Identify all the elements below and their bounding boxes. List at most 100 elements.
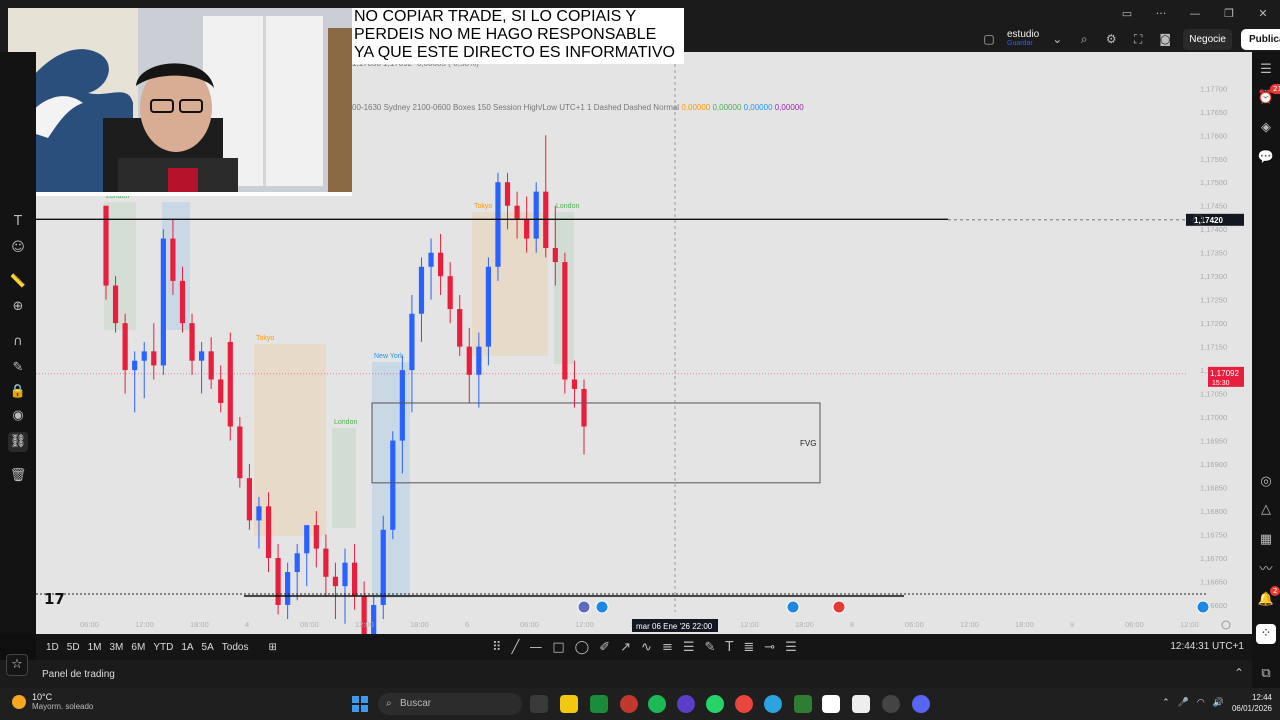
range-1m[interactable]: 1M (88, 642, 102, 653)
obs-icon[interactable] (677, 695, 695, 713)
arrow-line-icon[interactable]: ↗ (620, 640, 631, 655)
layout-selector[interactable]: estudio Guardar (1007, 30, 1039, 48)
ideas-icon[interactable]: △ (1256, 500, 1276, 520)
text-tool-icon[interactable]: T (8, 212, 28, 232)
file-explorer-icon[interactable] (560, 695, 578, 713)
candle-body (189, 323, 195, 361)
fib-icon[interactable]: ☰ (683, 640, 695, 655)
chrome-icon[interactable] (735, 695, 753, 713)
drag-handle-icon[interactable]: ⠿ (492, 640, 502, 655)
emoji-tool-icon[interactable]: ☺ (8, 238, 28, 258)
range-1d[interactable]: 1D (46, 642, 59, 653)
stream-icon[interactable]: 〰 (1256, 560, 1276, 580)
minimize-icon[interactable]: — (1178, 7, 1212, 20)
long-position-icon[interactable]: ≡ (662, 640, 673, 655)
ruler-icon[interactable]: 📏 (8, 272, 28, 292)
horizontal-line-icon[interactable]: — (529, 640, 542, 655)
range-5y[interactable]: 5A (202, 642, 214, 653)
lock-icon[interactable]: 🔒 (8, 382, 28, 402)
store-icon[interactable] (590, 695, 608, 713)
range-3m[interactable]: 3M (110, 642, 124, 653)
whatsapp-icon[interactable] (706, 695, 724, 713)
candle-body (208, 351, 214, 380)
disclaimer-line: PERDEIS NO ME HAGO RESPONSABLE (354, 26, 657, 43)
link-icon[interactable]: ⛓ (8, 432, 28, 452)
text-icon[interactable]: T (725, 640, 733, 655)
pencil-lock-icon[interactable]: ✎ (8, 358, 28, 378)
brush-icon[interactable]: ✐ (599, 640, 610, 655)
taskbar-clock[interactable]: 12:44 06/01/2026 (1232, 692, 1272, 714)
circle-icon[interactable]: ◯ (575, 640, 590, 655)
microphone-icon[interactable]: 🎤 (1178, 698, 1189, 708)
watchlist-icon[interactable]: ☰ (1256, 60, 1276, 80)
fullscreen-icon[interactable]: ⛶ (1129, 30, 1147, 48)
range-5d[interactable]: 5D (67, 642, 80, 653)
panel-collapse-icon[interactable]: ⌃ (1234, 666, 1244, 680)
tradingview-icon[interactable] (822, 695, 840, 713)
trendline-icon[interactable]: ╱ (512, 640, 520, 655)
magnet-icon[interactable]: ∩ (8, 332, 28, 352)
range-1y[interactable]: 1A (181, 642, 193, 653)
volume-icon[interactable]: 🔊 (1213, 698, 1224, 708)
calendar-icon[interactable]: ▦ (1256, 530, 1276, 550)
weather-widget[interactable]: 10°C Mayorm. soleado (12, 692, 93, 711)
notifications-icon[interactable]: 🔔 2 (1256, 586, 1280, 610)
windows-start-icon[interactable] (352, 696, 368, 712)
wifi-icon[interactable]: ◠ (1197, 698, 1205, 708)
close-icon[interactable]: ✕ (1246, 7, 1280, 20)
candle-body (170, 238, 176, 281)
discord-icon[interactable] (912, 695, 930, 713)
app-icon[interactable] (620, 695, 638, 713)
expand-icon[interactable]: ⧉ (1256, 664, 1276, 684)
chatgpt-icon[interactable] (882, 695, 900, 713)
more-icon[interactable]: ··· (1144, 7, 1178, 20)
trading-panel-label[interactable]: Panel de trading (42, 669, 115, 680)
chat-icon[interactable]: 💬 (1256, 148, 1276, 168)
trade-button[interactable]: Negocie (1183, 28, 1232, 50)
pen-icon[interactable]: ✎ (705, 640, 716, 655)
layout-icon[interactable]: ▭ (1110, 7, 1144, 20)
chart-clock[interactable]: 12:44:31 UTC+1 (1170, 641, 1244, 652)
dash-icon[interactable]: ⊸ (764, 640, 775, 655)
tray-chevron-icon[interactable]: ⌃ (1162, 698, 1170, 708)
maximize-icon[interactable]: ❐ (1212, 7, 1246, 20)
publish-button[interactable]: Publicar (1240, 28, 1280, 50)
trading-panel-bar: Panel de trading ⌃ (0, 660, 1252, 688)
range-ytd[interactable]: YTD (153, 642, 173, 653)
apps-grid-icon[interactable]: ⁘ (1256, 624, 1276, 644)
target-icon[interactable]: ◎ (1256, 472, 1276, 492)
layers-icon[interactable]: ◈ (1256, 118, 1276, 138)
layout-square-icon[interactable]: ▢ (980, 30, 998, 48)
chevron-down-icon[interactable]: ⌄ (1048, 30, 1066, 48)
candle-body (227, 341, 233, 427)
fvg-label: FVG (800, 439, 816, 448)
notion-icon[interactable] (852, 695, 870, 713)
weather-desc: Mayorm. soleado (32, 702, 94, 711)
candle-body (304, 525, 310, 554)
range-all[interactable]: Todos (222, 642, 249, 653)
alerts-icon[interactable]: ⏰ 21 (1256, 84, 1280, 108)
taskview-icon[interactable] (530, 695, 548, 713)
candle-body (332, 576, 339, 587)
search-icon[interactable]: ⌕ (1075, 30, 1093, 48)
gear-icon[interactable]: ⚙ (1102, 30, 1120, 48)
candle-body (237, 426, 243, 479)
taskbar-search[interactable]: ⌕ Buscar (378, 693, 522, 715)
menu-icon[interactable]: ☰ (785, 640, 797, 655)
favorites-star-icon[interactable]: ☆ (6, 654, 28, 676)
telegram-icon[interactable] (764, 695, 782, 713)
camera-icon[interactable]: ◙ (1156, 30, 1174, 48)
zoom-icon[interactable]: ⊕ (8, 297, 28, 317)
lines-icon[interactable]: ≣ (743, 640, 754, 655)
trash-icon[interactable]: 🗑 (8, 466, 28, 486)
eye-icon[interactable]: ◉ (8, 406, 28, 426)
spotify-icon[interactable] (648, 695, 666, 713)
range-6m[interactable]: 6M (131, 642, 145, 653)
date-range-icon[interactable]: ⊞ (268, 642, 276, 653)
path-icon[interactable]: ∿ (641, 640, 652, 655)
rectangle-icon[interactable]: □ (552, 640, 564, 655)
app-icon[interactable] (794, 695, 812, 713)
candle-body (514, 205, 520, 220)
y-axis-tick-label: 1,17600 (1200, 131, 1227, 140)
candle-body (132, 360, 138, 371)
